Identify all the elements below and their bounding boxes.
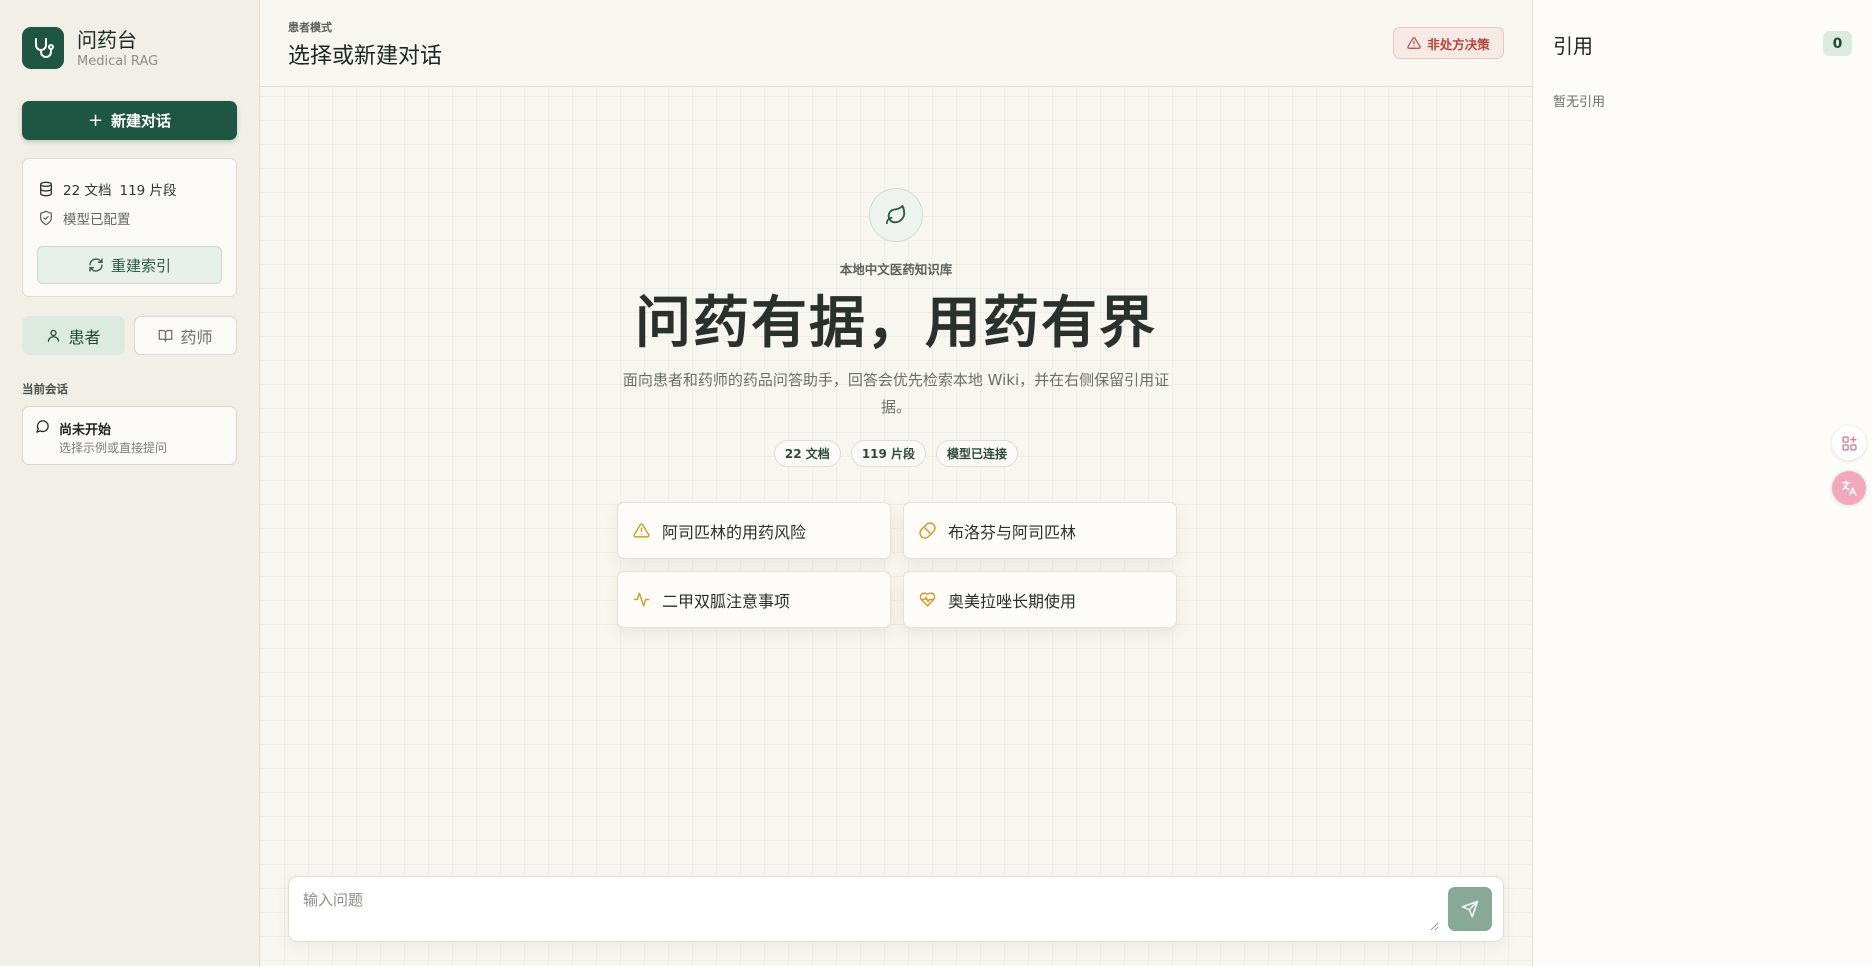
pill-icon [919,522,936,539]
warning-badge: 非处方决策 [1393,27,1504,59]
session-title: 尚未开始 [59,423,112,438]
mode-label: 患者模式 [288,21,332,34]
book-open-icon [159,329,173,342]
alert-triangle-icon [1407,37,1421,49]
sample-question-omeprazole[interactable]: 奥美拉唑长期使用 [903,571,1177,628]
brand-subtitle: Medical RAG [77,53,159,69]
doc-stats: 22 文档 119 片段 [38,179,177,199]
current-session-label: 当前会话 [22,382,68,396]
references-empty-text: 暂无引用 [1553,95,1606,110]
composer [288,876,1504,942]
alert-triangle-icon [633,523,650,538]
model-pill: 模型已连接 [936,440,1019,467]
question-input[interactable] [303,889,1453,931]
sample-question-label: 阿司匹林的用药风险 [662,522,807,542]
role-pharmacist-label: 药师 [180,327,213,347]
apps-tool-button[interactable] [1832,426,1866,460]
new-chat-button[interactable]: + 新建对话 [22,101,237,140]
status-pills: 22 文档 119 片段 模型已连接 [260,440,1532,467]
knowledge-base-label: 本地中文医药知识库 [839,262,953,277]
translate-tool-button[interactable] [1832,471,1866,505]
brand: 问药台 Medical RAG [22,27,158,69]
stethoscope-icon [22,27,64,69]
sample-question-aspirin-risk[interactable]: 阿司匹林的用药风险 [617,502,891,559]
heart-pulse-icon [919,592,936,607]
references-panel: 引用 0 暂无引用 [1532,0,1872,966]
resize-grip-icon[interactable] [1430,922,1439,931]
role-patient-label: 患者 [68,327,101,347]
rebuild-index-label: 重建索引 [110,256,171,275]
user-icon [48,329,60,342]
role-pharmacist-button[interactable]: 药师 [134,316,237,355]
sample-question-label: 奥美拉唑长期使用 [948,591,1077,611]
chat-main: 患者模式 选择或新建对话 非处方决策 本地中文医药知识库 问药有据，用药有界 面… [260,0,1532,966]
index-stats-card: 22 文档 119 片段 模型已配置 重建索引 [22,158,237,297]
translate-icon [1842,480,1857,496]
docs-pill: 22 文档 [773,440,841,467]
refresh-icon [89,258,103,272]
sample-question-label: 二甲双胍注意事项 [662,591,791,611]
shield-check-icon [40,210,52,226]
hero-title: 问药有据，用药有界 [635,290,1157,356]
message-circle-icon [36,420,49,433]
brand-title: 问药台 [77,27,137,52]
topbar: 患者模式 选择或新建对话 非处方决策 [260,0,1532,87]
new-chat-label: 新建对话 [111,112,172,130]
sample-question-label: 布洛芬与阿司匹林 [948,522,1077,542]
sample-question-ibuprofen-aspirin[interactable]: 布洛芬与阿司匹林 [903,502,1177,559]
doc-count: 22 文档 [63,183,112,199]
page-title: 选择或新建对话 [288,44,443,69]
session-item[interactable]: 尚未开始 选择示例或直接提问 [22,406,237,465]
chunk-count: 119 片段 [119,183,177,199]
rebuild-index-button[interactable]: 重建索引 [37,246,222,284]
session-subtitle: 选择示例或直接提问 [59,441,168,455]
model-status: 模型已配置 [38,208,131,228]
hero-description: 面向患者和药师的药品问答助手，回答会优先检索本地 Wiki，并在右侧保留引用证据… [622,371,1170,416]
leaf-icon [869,188,923,242]
references-title: 引用 [1553,34,1593,58]
sample-question-metformin[interactable]: 二甲双胍注意事项 [617,571,891,628]
role-patient-button[interactable]: 患者 [22,316,125,355]
chunks-pill: 119 片段 [850,440,927,467]
database-icon [40,181,52,197]
send-icon [1461,900,1479,918]
warning-badge-text: 非处方决策 [1427,36,1490,52]
sidebar: 问药台 Medical RAG + 新建对话 22 文档 119 片段 模型已配… [0,0,260,966]
activity-icon [633,592,650,607]
send-button[interactable] [1448,887,1492,931]
references-count-badge: 0 [1823,31,1852,56]
model-status-text: 模型已配置 [63,212,131,228]
plus-icon: + [87,110,104,131]
grid-plus-icon [1841,435,1857,451]
